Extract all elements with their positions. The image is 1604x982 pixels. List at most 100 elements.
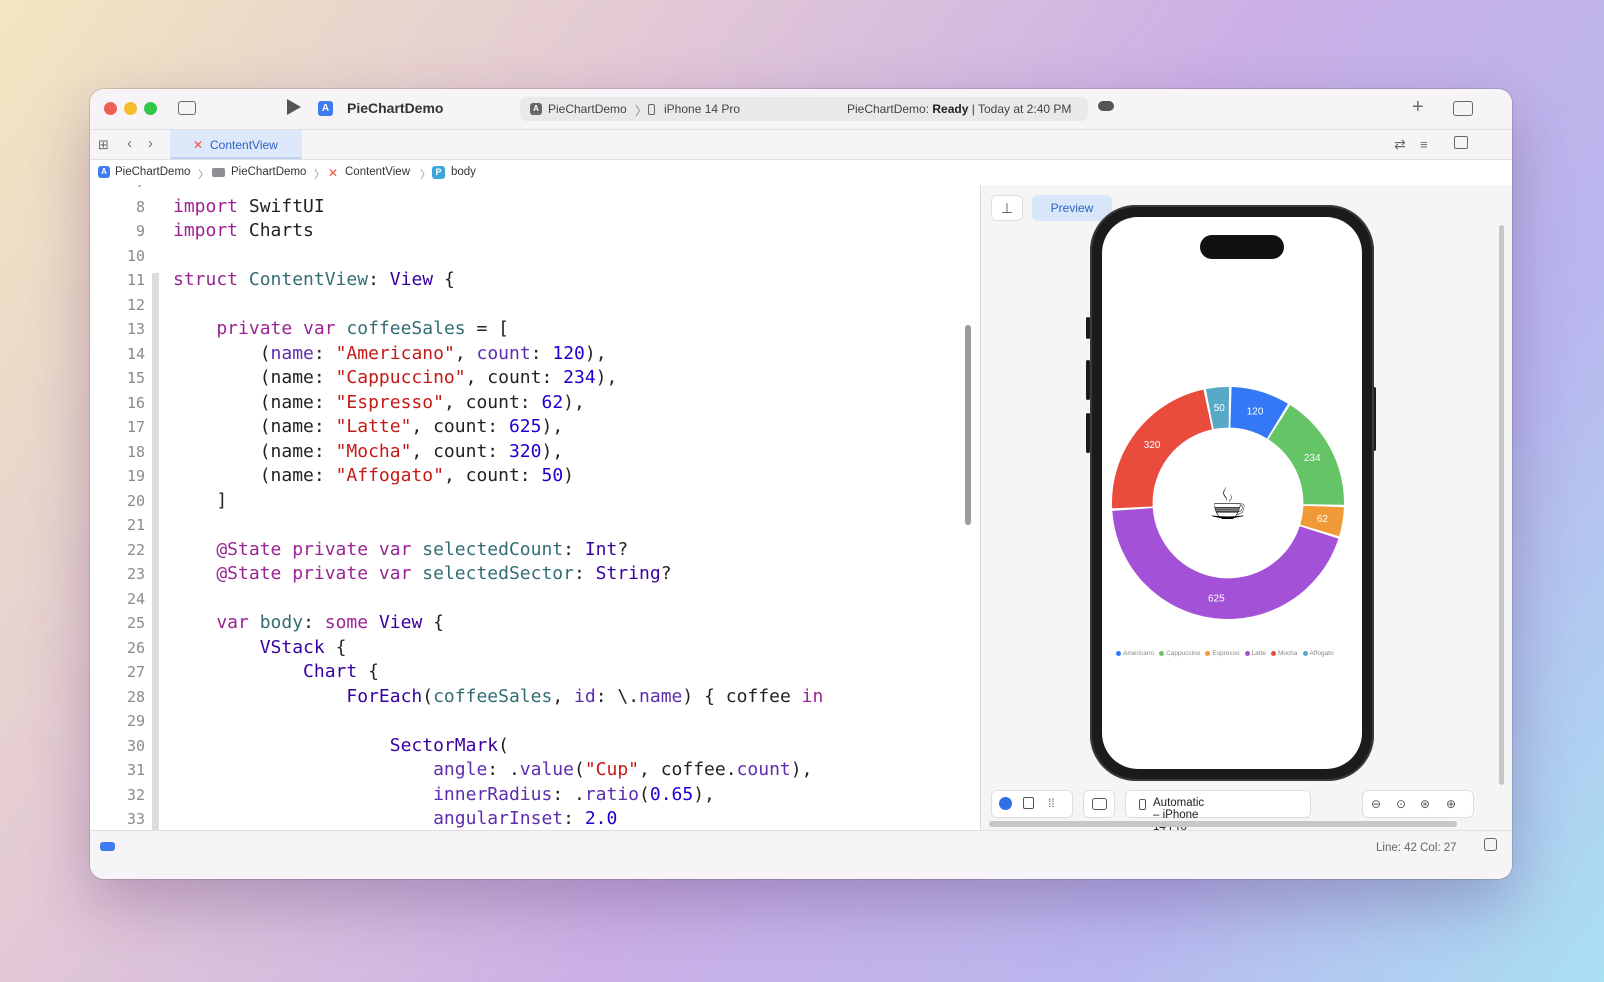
- code-line[interactable]: VStack {: [173, 637, 347, 658]
- code-line[interactable]: import SwiftUI: [173, 196, 325, 217]
- editor-scrollbar[interactable]: [965, 325, 971, 525]
- preview-button[interactable]: Preview: [1032, 195, 1112, 221]
- code-token: ContentView: [248, 269, 369, 290]
- code-token: body: [259, 612, 304, 633]
- code-line[interactable]: (name: "Americano", count: 120),: [173, 343, 607, 364]
- code-line[interactable]: (name: "Espresso", count: 62),: [173, 392, 585, 413]
- code-line[interactable]: innerRadius: .ratio(0.65),: [173, 784, 715, 805]
- sector-value-label: 62: [1317, 514, 1329, 525]
- canvas-horizontal-scrollbar[interactable]: [989, 821, 1457, 827]
- legend-swatch: [1302, 650, 1308, 656]
- back-icon[interactable]: ‹: [127, 136, 132, 152]
- code-line[interactable]: angularInset: 2.0: [173, 808, 617, 829]
- code-token: :: [563, 808, 585, 829]
- chevron-right-icon: 〉: [198, 169, 209, 181]
- breadcrumb-folder[interactable]: PieChartDemo: [231, 166, 306, 178]
- status-prefix: PieChartDemo:: [847, 102, 930, 116]
- source-editor[interactable]: 7 8 9 10 11 12 13 14 15 16 17 18 19 20 21 22 23 24 25 26 27 2…: [90, 185, 980, 830]
- sector-value-label: 50: [1214, 403, 1226, 414]
- split-editor-icon[interactable]: [1454, 136, 1468, 149]
- zoom-in-icon[interactable]: ⊕: [1446, 797, 1456, 811]
- navigator-toggle-icon[interactable]: [178, 101, 196, 115]
- chart-legend: Americano Cappuccino Espresso Latte Mocha Aff…: [1116, 647, 1356, 660]
- code-line[interactable]: ForEach(coffeeSales, id: \.name) { coffe…: [173, 686, 823, 707]
- device-settings-icon[interactable]: [1092, 798, 1107, 810]
- code-line[interactable]: @State private var selectedSector: Strin…: [173, 563, 671, 584]
- panel-toggle-icon[interactable]: [1484, 838, 1497, 851]
- code-token: : \.: [595, 685, 640, 707]
- zoom-fit-icon[interactable]: ⊛: [1420, 797, 1430, 811]
- line-col-indicator: Line: 42 Col: 27: [1376, 842, 1457, 854]
- code-token: selectedCount: [422, 538, 564, 560]
- code-line[interactable]: import Charts: [173, 220, 314, 241]
- code-line[interactable]: (name: "Latte", count: 625),: [173, 416, 563, 437]
- legend-item: Latte: [1244, 650, 1266, 657]
- scheme-device[interactable]: iPhone 14 Pro: [664, 102, 740, 116]
- device-menu-label[interactable]: Automatic – iPhone 14 Pro: [1153, 797, 1204, 833]
- breadcrumb-symbol[interactable]: body: [451, 166, 476, 178]
- code-token: 625: [508, 416, 542, 437]
- code-line[interactable]: private var coffeeSales = [: [173, 318, 509, 339]
- add-icon[interactable]: +: [1412, 97, 1424, 117]
- donut-chart[interactable]: 120 234 62 625 320 50 ☕: [1102, 217, 1362, 769]
- legend-item: Americano: [1116, 650, 1154, 657]
- code-line[interactable]: ]: [173, 490, 227, 511]
- forward-icon[interactable]: ›: [148, 136, 153, 152]
- live-mode-icon[interactable]: [999, 797, 1012, 810]
- code-line[interactable]: struct ContentView: View {: [173, 269, 455, 290]
- iphone-frame: 120 234 62 625 320 50 ☕ Americano Cappuccino Esp…: [1090, 205, 1374, 781]
- code-token: innerRadius: [433, 783, 553, 805]
- cloud-icon[interactable]: [1098, 101, 1114, 111]
- code-line[interactable]: var body: some View {: [173, 612, 444, 633]
- project-title: PieChartDemo: [347, 100, 444, 116]
- code-token: 234: [563, 367, 596, 388]
- code-line[interactable]: (name: "Mocha", count: 320),: [173, 441, 563, 462]
- scheme-target[interactable]: PieChartDemo: [548, 102, 627, 116]
- variants-icon[interactable]: ⁞⁞: [1048, 796, 1055, 810]
- code-line[interactable]: (name: "Cappuccino", count: 234),: [173, 367, 618, 388]
- preview-canvas: ⊥ Preview 120 234 62 625 320 50 ☕ Americano Cap…: [981, 185, 1512, 833]
- breadcrumb-project[interactable]: PieChartDemo: [115, 166, 190, 178]
- editor-options-icon[interactable]: ≡: [1420, 137, 1428, 153]
- line-number: 9: [135, 222, 145, 240]
- code-token: , coffee.: [639, 759, 737, 780]
- zoom-out-icon[interactable]: ⊖: [1371, 797, 1381, 811]
- zoom-window-button[interactable]: [144, 102, 157, 115]
- code-token: "Affogato": [335, 465, 444, 486]
- code-line[interactable]: @State private var selectedCount: Int?: [173, 539, 628, 560]
- line-number: 19: [126, 467, 145, 485]
- sector-mocha[interactable]: [1112, 389, 1213, 509]
- code-token: in: [801, 685, 824, 707]
- grid-icon[interactable]: ⊞: [98, 137, 109, 153]
- iphone-icon: [648, 104, 655, 115]
- code-line[interactable]: SectorMark(: [173, 735, 509, 756]
- debug-area-toggle-icon[interactable]: [100, 842, 115, 851]
- code-token: {: [433, 269, 455, 290]
- code-token: "Americano": [335, 342, 455, 364]
- sector-value-label: 234: [1304, 453, 1321, 464]
- sector-value-label: 320: [1144, 440, 1161, 451]
- code-line[interactable]: (name: "Affogato", count: 50): [173, 465, 574, 486]
- tab-label: ContentView: [210, 138, 278, 152]
- canvas-vertical-scrollbar[interactable]: [1499, 225, 1504, 785]
- selectable-mode-icon[interactable]: [1023, 797, 1034, 809]
- code-token: View: [389, 269, 434, 290]
- swap-icon[interactable]: ⇄: [1394, 136, 1406, 152]
- legend-item: Espresso: [1205, 650, 1240, 657]
- code-line[interactable]: Chart {: [173, 661, 379, 682]
- run-button[interactable]: [287, 99, 301, 115]
- code-line[interactable]: angle: .value("Cup", coffee.count),: [173, 759, 812, 780]
- minimize-window-button[interactable]: [124, 102, 137, 115]
- inspector-toggle-icon[interactable]: [1453, 101, 1473, 116]
- code-token: ),: [563, 391, 585, 413]
- pin-icon[interactable]: ⊥: [991, 195, 1023, 221]
- breadcrumb-file[interactable]: ContentView: [345, 166, 410, 178]
- zoom-actual-icon[interactable]: ⊙: [1396, 797, 1406, 811]
- close-window-button[interactable]: [104, 102, 117, 115]
- code-fold-ribbon[interactable]: [152, 273, 159, 830]
